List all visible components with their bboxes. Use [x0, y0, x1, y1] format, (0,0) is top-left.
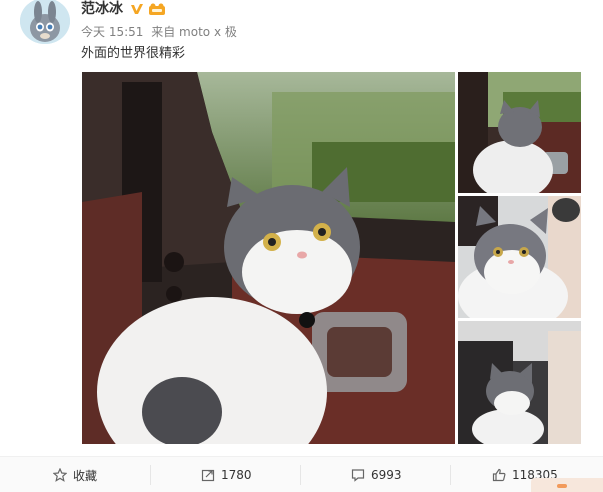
post-time[interactable]: 今天 15:51	[81, 25, 143, 39]
vip-icon[interactable]	[148, 3, 166, 16]
divider	[150, 465, 151, 485]
thumb-up-icon	[492, 468, 506, 482]
post-source[interactable]: 来自 moto x 极	[151, 25, 237, 39]
favorite-button[interactable]: 收藏	[53, 457, 97, 492]
repost-button[interactable]: 1780	[201, 457, 252, 492]
star-icon	[53, 468, 67, 482]
post-action-bar: 收藏 1780 6993 118305	[0, 456, 603, 492]
cat-face-thumb	[458, 196, 581, 318]
repost-icon	[201, 469, 215, 482]
avatar-image	[20, 0, 70, 44]
post-photo-thumb-3[interactable]	[458, 321, 581, 444]
divider	[300, 465, 301, 485]
repost-count: 1780	[221, 468, 252, 482]
comment-button[interactable]: 6993	[351, 457, 402, 492]
post-photo-thumb-2[interactable]	[458, 196, 581, 318]
post-meta: 今天 15:51 来自 moto x 极	[81, 25, 241, 39]
favorite-label: 收藏	[73, 468, 98, 483]
comment-count: 6993	[371, 468, 402, 482]
post-text: 外面的世界很精彩	[81, 46, 186, 61]
cat-window-thumb	[458, 72, 581, 193]
cat-seat-thumb	[458, 321, 581, 444]
weibo-post: 范冰冰 今天 15:51 来自 moto x 极 外面的世界很精彩 收藏 178…	[0, 0, 603, 492]
post-photo-main[interactable]	[82, 72, 455, 444]
user-avatar[interactable]	[20, 0, 70, 44]
username-link[interactable]: 范冰冰	[81, 1, 123, 17]
cat-in-car-photo	[82, 72, 455, 444]
post-photo-thumb-1[interactable]	[458, 72, 581, 193]
divider	[450, 465, 451, 485]
verified-icon	[131, 4, 143, 14]
comment-icon	[351, 469, 365, 482]
corner-widget[interactable]	[531, 478, 603, 492]
